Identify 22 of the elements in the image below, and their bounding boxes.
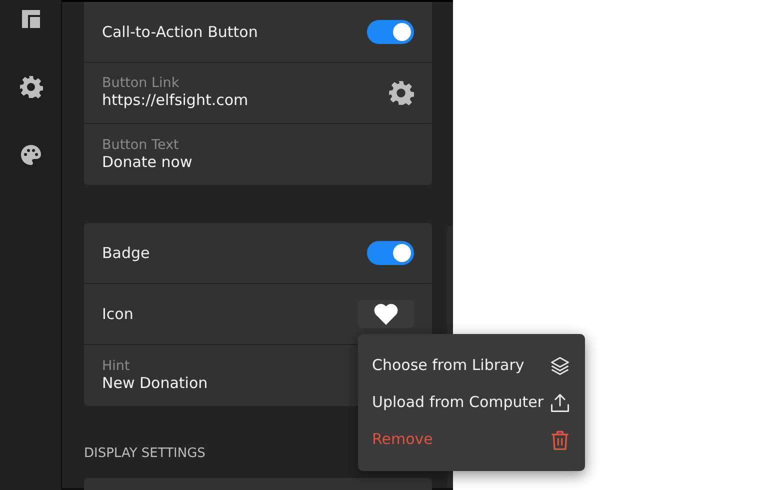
field-label: Button Link	[102, 75, 180, 92]
icon-picker[interactable]	[358, 300, 414, 328]
heart-icon	[373, 302, 399, 326]
setting-label: Call-to-Action Button	[102, 22, 258, 43]
toggle-switch[interactable]	[367, 20, 414, 44]
palette-icon[interactable]	[18, 143, 42, 167]
toggle-switch[interactable]	[367, 241, 414, 265]
menu-item[interactable]: Choose from Library	[358, 347, 585, 384]
trash-icon	[549, 428, 571, 450]
field-value[interactable]: New Donation	[102, 374, 208, 394]
section-heading: DISPLAY SETTINGS	[84, 445, 206, 463]
menu-item[interactable]: Upload from Computer	[358, 384, 585, 421]
field-label: Button Text	[102, 136, 180, 153]
layers-icon	[549, 354, 571, 376]
field-value[interactable]: Donate now	[102, 152, 192, 172]
settings-icon[interactable]	[388, 80, 414, 106]
field-label: Hint	[102, 358, 131, 374]
upload-icon	[549, 392, 571, 414]
setting-label: Icon	[102, 304, 134, 325]
settings-icon[interactable]	[18, 75, 42, 99]
field-value[interactable]: https://elfsight.com	[102, 91, 248, 111]
setting-label: Badge	[102, 242, 150, 264]
